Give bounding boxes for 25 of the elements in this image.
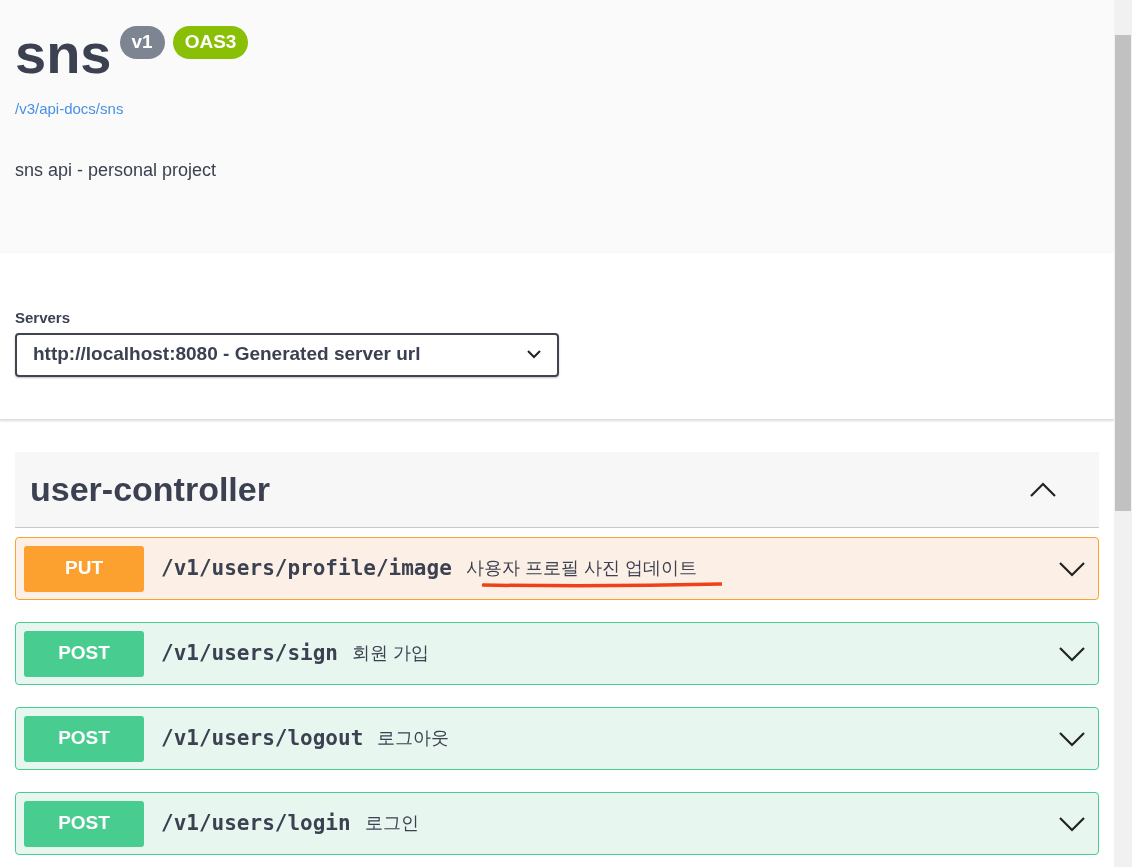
operation-summary[interactable]: POST /v1/users/logout 로그아웃: [15, 707, 1099, 770]
version-badge: v1: [119, 26, 165, 59]
method-badge: POST: [24, 715, 144, 762]
operation-summary[interactable]: POST /v1/users/sign 회원 가입: [15, 622, 1099, 685]
servers-select[interactable]: http://localhost:8080 - Generated server url: [15, 332, 559, 377]
api-title: sns: [15, 24, 112, 84]
operation-path: /v1/users/profile/image: [161, 554, 452, 582]
api-description: sns api - personal project: [15, 158, 218, 182]
operation-summary-text: 회원 가입: [352, 642, 430, 665]
tag-header[interactable]: user-controller: [15, 452, 1099, 528]
operation-summary-text: 로그인: [364, 812, 419, 835]
operation-summary-text: 로그아웃: [377, 727, 450, 750]
spec-badge: OAS3: [172, 26, 249, 59]
operation-path: /v1/users/login: [161, 809, 351, 837]
method-badge: POST: [24, 800, 144, 847]
operation-path: /v1/users/sign: [161, 639, 338, 667]
scrollbar-thumb[interactable]: [1115, 35, 1131, 511]
operation-summary-text: 사용자 프로필 사진 업데이트: [465, 555, 697, 582]
operation-summary[interactable]: PUT /v1/users/profile/image 사용자 프로필 사진 업데이트: [15, 537, 1099, 600]
servers-label: Servers: [15, 308, 72, 328]
operation-path: /v1/users/logout: [161, 724, 364, 752]
operation-summary[interactable]: POST /v1/users/login 로그인: [15, 792, 1099, 855]
dropdown-caret-icon: [527, 350, 541, 359]
method-badge: PUT: [24, 545, 144, 592]
method-badge: POST: [24, 630, 144, 677]
